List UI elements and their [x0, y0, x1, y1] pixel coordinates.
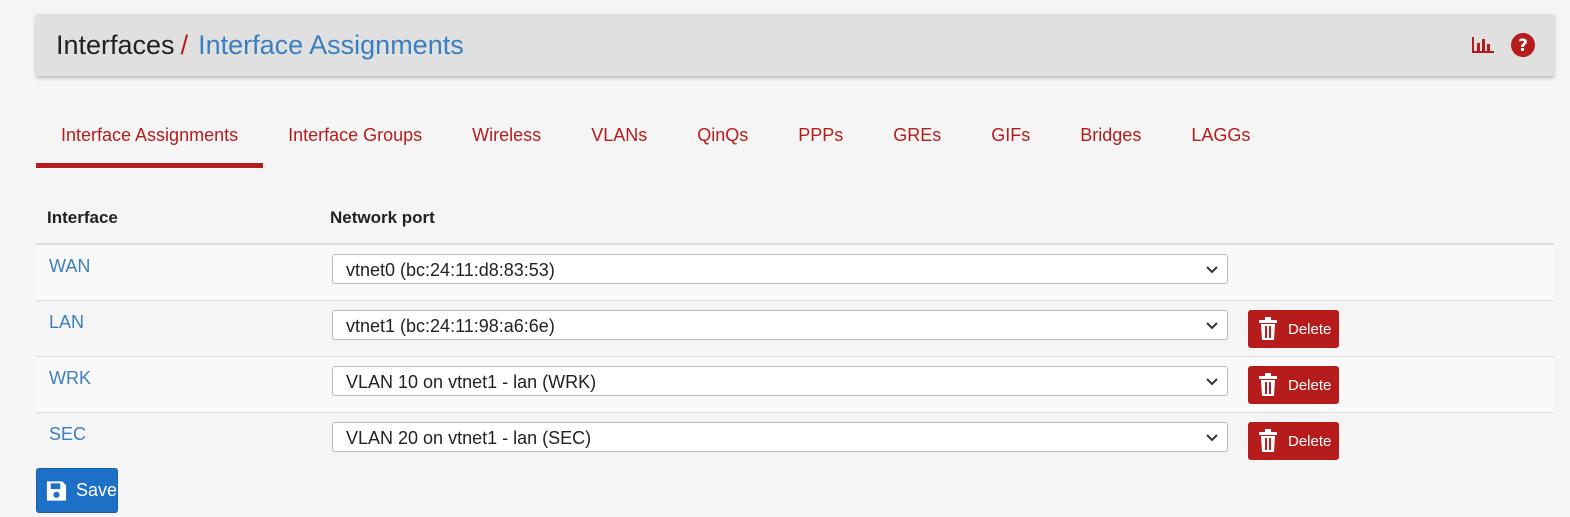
network-port-select-wan[interactable]: vtnet0 (bc:24:11:d8:83:53) [332, 254, 1228, 284]
help-icon[interactable]: ? [1510, 32, 1536, 58]
chevron-down-icon [1206, 266, 1218, 274]
chevron-down-icon [1206, 434, 1218, 442]
network-port-select-lan[interactable]: vtnet1 (bc:24:11:98:a6:6e) [332, 310, 1228, 340]
page-header: Interfaces / Interface Assignments ? [36, 14, 1554, 76]
chevron-down-icon [1206, 322, 1218, 330]
delete-button-wrk[interactable]: Delete [1248, 366, 1339, 404]
column-header-network-port: Network port [330, 208, 435, 227]
delete-label: Delete [1288, 320, 1332, 338]
delete-label: Delete [1288, 376, 1332, 394]
save-button[interactable]: Save [36, 468, 118, 513]
bar-chart-icon[interactable] [1470, 35, 1496, 55]
network-port-select-sec[interactable]: VLAN 20 on vtnet1 - lan (SEC) [332, 422, 1228, 452]
table-header: Interface Network port [36, 195, 1554, 245]
select-value: VLAN 20 on vtnet1 - lan (SEC) [346, 428, 592, 448]
select-value: vtnet0 (bc:24:11:d8:83:53) [346, 260, 555, 280]
interface-link-wan[interactable]: WAN [49, 256, 90, 277]
delete-button-sec[interactable]: Delete [1248, 422, 1339, 460]
interface-link-sec[interactable]: SEC [49, 424, 86, 445]
tab-wireless[interactable]: Wireless [447, 100, 566, 170]
save-label: Save [75, 480, 117, 500]
tab-laggs[interactable]: LAGGs [1166, 100, 1275, 170]
table-row: LAN vtnet1 (bc:24:11:98:a6:6e) Delete [36, 301, 1554, 357]
tab-qinqs[interactable]: QinQs [672, 100, 773, 170]
trash-icon [1259, 317, 1277, 340]
interface-link-wrk[interactable]: WRK [49, 368, 91, 389]
table-row: WRK VLAN 10 on vtnet1 - lan (WRK) Delete [36, 357, 1554, 413]
chevron-down-icon [1206, 378, 1218, 386]
interface-assignments-table: Interface Network port WAN vtnet0 (bc:24… [36, 195, 1554, 468]
delete-label: Delete [1288, 432, 1332, 450]
trash-icon [1259, 429, 1277, 452]
tab-ppps[interactable]: PPPs [773, 100, 868, 170]
select-value: VLAN 10 on vtnet1 - lan (WRK) [346, 372, 597, 392]
breadcrumb-current[interactable]: Interface Assignments [198, 30, 464, 60]
tab-interface-groups[interactable]: Interface Groups [263, 100, 447, 170]
breadcrumb-separator: / [180, 30, 189, 60]
tab-vlans[interactable]: VLANs [566, 100, 672, 170]
trash-icon [1259, 373, 1277, 396]
tab-gifs[interactable]: GIFs [966, 100, 1055, 170]
tab-bridges[interactable]: Bridges [1055, 100, 1166, 170]
interface-link-lan[interactable]: LAN [49, 312, 84, 333]
tab-interface-assignments[interactable]: Interface Assignments [36, 100, 264, 170]
table-row: SEC VLAN 20 on vtnet1 - lan (SEC) Delete [36, 413, 1554, 468]
delete-button-lan[interactable]: Delete [1248, 310, 1339, 348]
floppy-disk-icon [46, 480, 67, 501]
column-header-interface: Interface [47, 208, 118, 227]
table-row: WAN vtnet0 (bc:24:11:d8:83:53) [36, 245, 1554, 301]
network-port-select-wrk[interactable]: VLAN 10 on vtnet1 - lan (WRK) [332, 366, 1228, 396]
select-value: vtnet1 (bc:24:11:98:a6:6e) [346, 316, 555, 336]
svg-text:?: ? [1518, 36, 1528, 56]
breadcrumb-root[interactable]: Interfaces [56, 30, 175, 60]
tab-gres[interactable]: GREs [868, 100, 966, 170]
tab-bar: Interface Assignments Interface Groups W… [36, 100, 1275, 170]
breadcrumb: Interfaces / Interface Assignments [56, 28, 464, 62]
